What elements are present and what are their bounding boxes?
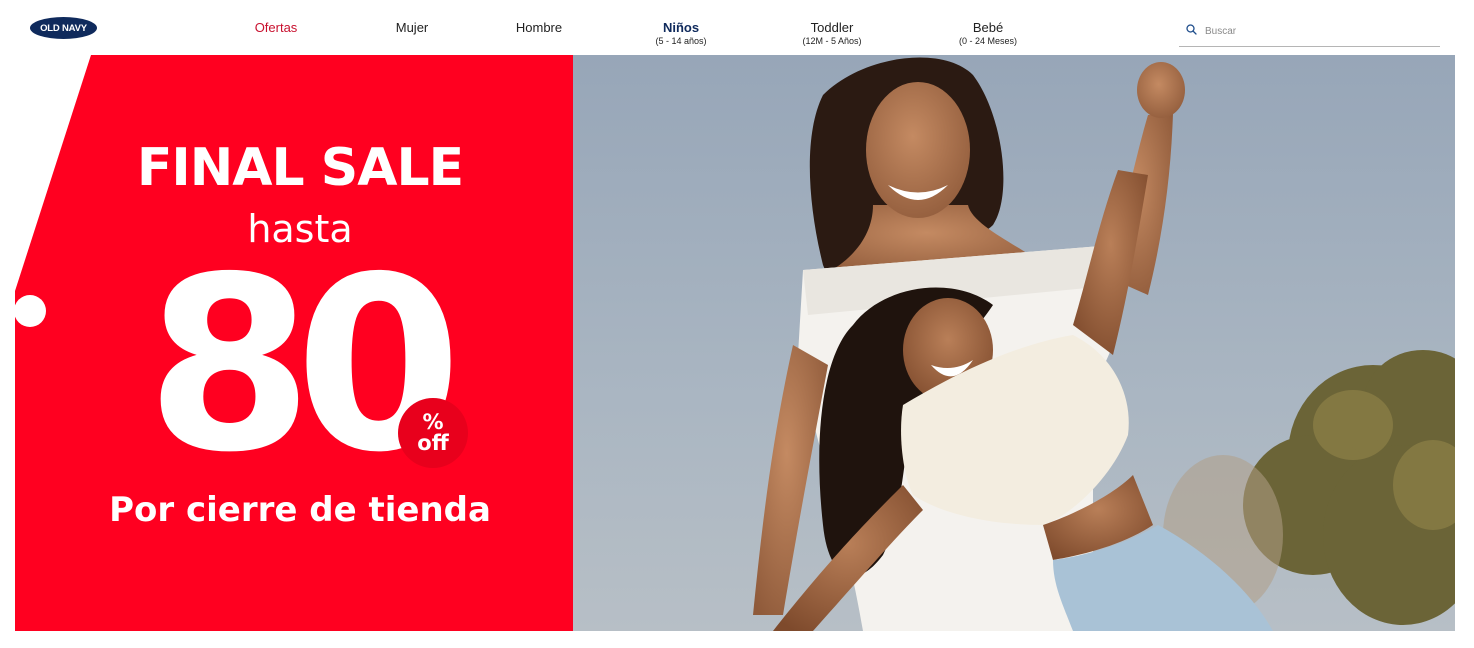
old-navy-logo[interactable]: OLD NAVY: [30, 17, 97, 39]
nav-item-label: Bebé: [972, 20, 1004, 35]
nav-item-ninos[interactable]: Niños (5 - 14 años): [655, 20, 706, 46]
search-input[interactable]: [1203, 20, 1437, 42]
off-label: off: [417, 431, 449, 455]
nav-item-label: Ofertas: [254, 20, 298, 35]
site-header: OLD NAVY Ofertas Mujer Hombre Niños (5 -…: [0, 0, 1474, 55]
nav-item-label: Toddler: [810, 20, 854, 35]
search-icon[interactable]: [1186, 24, 1197, 35]
nav-item-mujer[interactable]: Mujer: [396, 20, 429, 36]
nav-item-ofertas[interactable]: Ofertas: [255, 20, 298, 36]
nav-item-label: Niños: [662, 20, 700, 35]
hero-lifestyle-photo: [573, 55, 1455, 631]
sale-promo-panel: FINAL SALE hasta 80 % off Por cierre de …: [15, 55, 573, 631]
promo-subline: Por cierre de tienda: [109, 490, 491, 530]
nav-item-age-range: (0 - 24 Meses): [958, 36, 1018, 46]
promo-text-block: FINAL SALE hasta 80 % off Por cierre de …: [15, 55, 585, 631]
percent-symbol: %: [422, 410, 444, 434]
nav-item-age-range: (12M - 5 Años): [802, 36, 862, 46]
mother-daughter-image: [573, 55, 1455, 631]
nav-item-hombre[interactable]: Hombre: [516, 20, 562, 36]
nav-item-label: Mujer: [395, 20, 429, 35]
logo-text: OLD NAVY: [40, 22, 87, 34]
promo-headline: FINAL SALE: [136, 138, 464, 198]
hero-banner[interactable]: FINAL SALE hasta 80 % off Por cierre de …: [15, 55, 1455, 631]
percent-off-badge: % off: [398, 398, 468, 468]
nav-item-label: Hombre: [515, 20, 563, 35]
search-bar[interactable]: [1179, 18, 1440, 47]
nav-item-toddler[interactable]: Toddler (12M - 5 Años): [802, 20, 861, 46]
nav-item-bebe[interactable]: Bebé (0 - 24 Meses): [959, 20, 1017, 46]
nav-item-age-range: (5 - 14 años): [655, 36, 707, 46]
